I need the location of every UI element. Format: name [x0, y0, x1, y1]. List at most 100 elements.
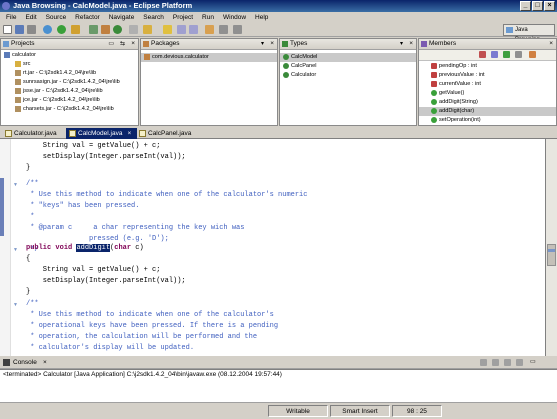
- code-line: String val = getValue() + c;: [26, 142, 161, 150]
- tree-item[interactable]: CalcPanel: [280, 62, 416, 71]
- tree-item[interactable]: rt.jar - C:\j2sdk1.4.2_04\jre\lib: [1, 69, 138, 78]
- code-line: *: [26, 213, 35, 221]
- fold-icon[interactable]: ▼: [13, 183, 19, 188]
- fold-icon[interactable]: ▼: [13, 303, 19, 308]
- code-line-method-signature: public void addDigit(char c): [26, 244, 144, 252]
- jar-icon: [15, 87, 21, 94]
- close-button[interactable]: ×: [544, 1, 555, 11]
- packages-view-close-icon[interactable]: ×: [270, 39, 274, 49]
- hide-static-icon[interactable]: [491, 51, 498, 58]
- editor-scrollbar[interactable]: [546, 139, 557, 356]
- menu-project[interactable]: Project: [173, 14, 193, 21]
- tree-item[interactable]: jsse.jar - C:\j2sdk1.4.2_04\jre\lib: [1, 87, 138, 96]
- new-package-icon[interactable]: [101, 25, 110, 34]
- tree-item[interactable]: previousValue : int: [419, 71, 556, 80]
- editor-tabs: Calculator.java CalcModel.java × CalcPane…: [0, 127, 557, 139]
- minimize-button[interactable]: _: [520, 1, 531, 11]
- menu-run[interactable]: Run: [202, 14, 214, 21]
- minimize-view-icon[interactable]: ▭: [530, 357, 536, 368]
- pin-console-icon[interactable]: [504, 359, 511, 366]
- new-java-project-icon[interactable]: [89, 25, 98, 34]
- link-editor-icon[interactable]: ⇆: [120, 39, 125, 49]
- tab-calcpanel-java[interactable]: CalcPanel.java: [136, 128, 197, 139]
- last-edit-icon[interactable]: [205, 25, 214, 34]
- jar-icon: [15, 105, 21, 112]
- open-type-icon[interactable]: [129, 25, 138, 34]
- tree-item[interactable]: currentValue : int: [419, 80, 556, 89]
- packages-view-title: Packages: [151, 40, 180, 47]
- hide-non-public-icon[interactable]: [503, 51, 510, 58]
- menu-help[interactable]: Help: [255, 14, 268, 21]
- new-icon[interactable]: [3, 25, 12, 34]
- members-view-close-icon[interactable]: ×: [549, 39, 553, 49]
- maximize-button[interactable]: □: [532, 1, 543, 11]
- menu-navigate[interactable]: Navigate: [109, 14, 135, 21]
- next-annotation-icon[interactable]: [177, 25, 186, 34]
- tree-item-selected[interactable]: addDigit(char): [419, 107, 556, 116]
- status-bar: Writable Smart Insert 98 : 25: [0, 402, 557, 419]
- console-view-header: Console × ▭: [0, 357, 557, 369]
- public-method-icon: [431, 116, 437, 123]
- forward-icon[interactable]: [233, 25, 242, 34]
- console-title: Console: [13, 359, 37, 366]
- debug-icon[interactable]: [43, 25, 52, 34]
- console-close-icon[interactable]: ×: [43, 357, 47, 368]
- menu-source[interactable]: Source: [46, 14, 67, 21]
- external-tools-icon[interactable]: [71, 25, 80, 34]
- hide-fields-icon[interactable]: [479, 51, 486, 58]
- run-icon[interactable]: [57, 25, 66, 34]
- tree-item[interactable]: src: [1, 60, 138, 69]
- link-editor-icon[interactable]: [529, 51, 536, 58]
- tree-item[interactable]: addDigit(String): [419, 98, 556, 107]
- menu-window[interactable]: Window: [223, 14, 246, 21]
- members-view-header: Members ×: [419, 39, 556, 50]
- tab-calcmodel-java[interactable]: CalcModel.java ×: [66, 128, 138, 139]
- java-file-icon: [5, 130, 12, 137]
- search-icon[interactable]: [143, 25, 152, 34]
- code-line: {: [26, 255, 31, 263]
- menu-refactor[interactable]: Refactor: [75, 14, 100, 21]
- menu-search[interactable]: Search: [143, 14, 164, 21]
- tree-item[interactable]: pendingOp : int: [419, 62, 556, 71]
- perspective-switcher[interactable]: Java Browsing: [503, 24, 555, 43]
- types-view-close-icon[interactable]: ×: [409, 39, 413, 49]
- menu-edit[interactable]: Edit: [25, 14, 36, 21]
- tree-item[interactable]: getValue(): [419, 89, 556, 98]
- scrollbar-thumb[interactable]: [547, 244, 556, 266]
- collapse-all-icon[interactable]: ▭: [108, 39, 114, 49]
- tree-item[interactable]: CalcModel: [280, 53, 416, 62]
- project-icon: [4, 51, 10, 58]
- tree-item[interactable]: sunrsasign.jar - C:\j2sdk1.4.2_04\jre\li…: [1, 78, 138, 87]
- save-icon[interactable]: [15, 25, 24, 34]
- tab-calculator-java[interactable]: Calculator.java: [2, 128, 63, 139]
- tree-item[interactable]: Calculator: [280, 71, 416, 80]
- tree-item[interactable]: jce.jar - C:\j2sdk1.4.2_04\jre\lib: [1, 96, 138, 105]
- view-menu-icon[interactable]: ▾: [261, 39, 264, 49]
- tree-item[interactable]: com.devious.calculator: [141, 53, 277, 62]
- tree-item[interactable]: charsets.jar - C:\j2sdk1.4.2_04\jre\lib: [1, 105, 138, 114]
- projects-view-close-icon[interactable]: ×: [131, 39, 135, 49]
- code-line: * Use this method to indicate when one o…: [26, 311, 274, 319]
- code-line: * operational keys have been pressed. If…: [26, 322, 279, 330]
- overview-marker[interactable]: [548, 249, 555, 252]
- annotation-icon[interactable]: [163, 25, 172, 34]
- members-toolbar: [419, 50, 556, 61]
- new-class-icon[interactable]: [113, 25, 122, 34]
- sort-icon[interactable]: [515, 51, 522, 58]
- tab-close-icon[interactable]: ×: [127, 130, 131, 137]
- previous-annotation-icon[interactable]: [189, 25, 198, 34]
- menu-file[interactable]: File: [6, 14, 16, 21]
- scroll-lock-icon[interactable]: [492, 359, 499, 366]
- print-icon[interactable]: [27, 25, 36, 34]
- tree-item[interactable]: setOperation(int): [419, 116, 556, 125]
- projects-view-icon: [3, 41, 9, 47]
- display-console-icon[interactable]: [516, 359, 523, 366]
- console-output[interactable]: <terminated> Calculator [Java Applicatio…: [0, 369, 557, 402]
- jar-icon: [15, 96, 21, 103]
- public-method-icon: [431, 107, 437, 114]
- tree-item[interactable]: calculator: [1, 51, 138, 60]
- fold-icon[interactable]: ▼: [13, 248, 19, 253]
- back-icon[interactable]: [219, 25, 228, 34]
- view-menu-icon[interactable]: ▾: [400, 39, 403, 49]
- clear-console-icon[interactable]: [480, 359, 487, 366]
